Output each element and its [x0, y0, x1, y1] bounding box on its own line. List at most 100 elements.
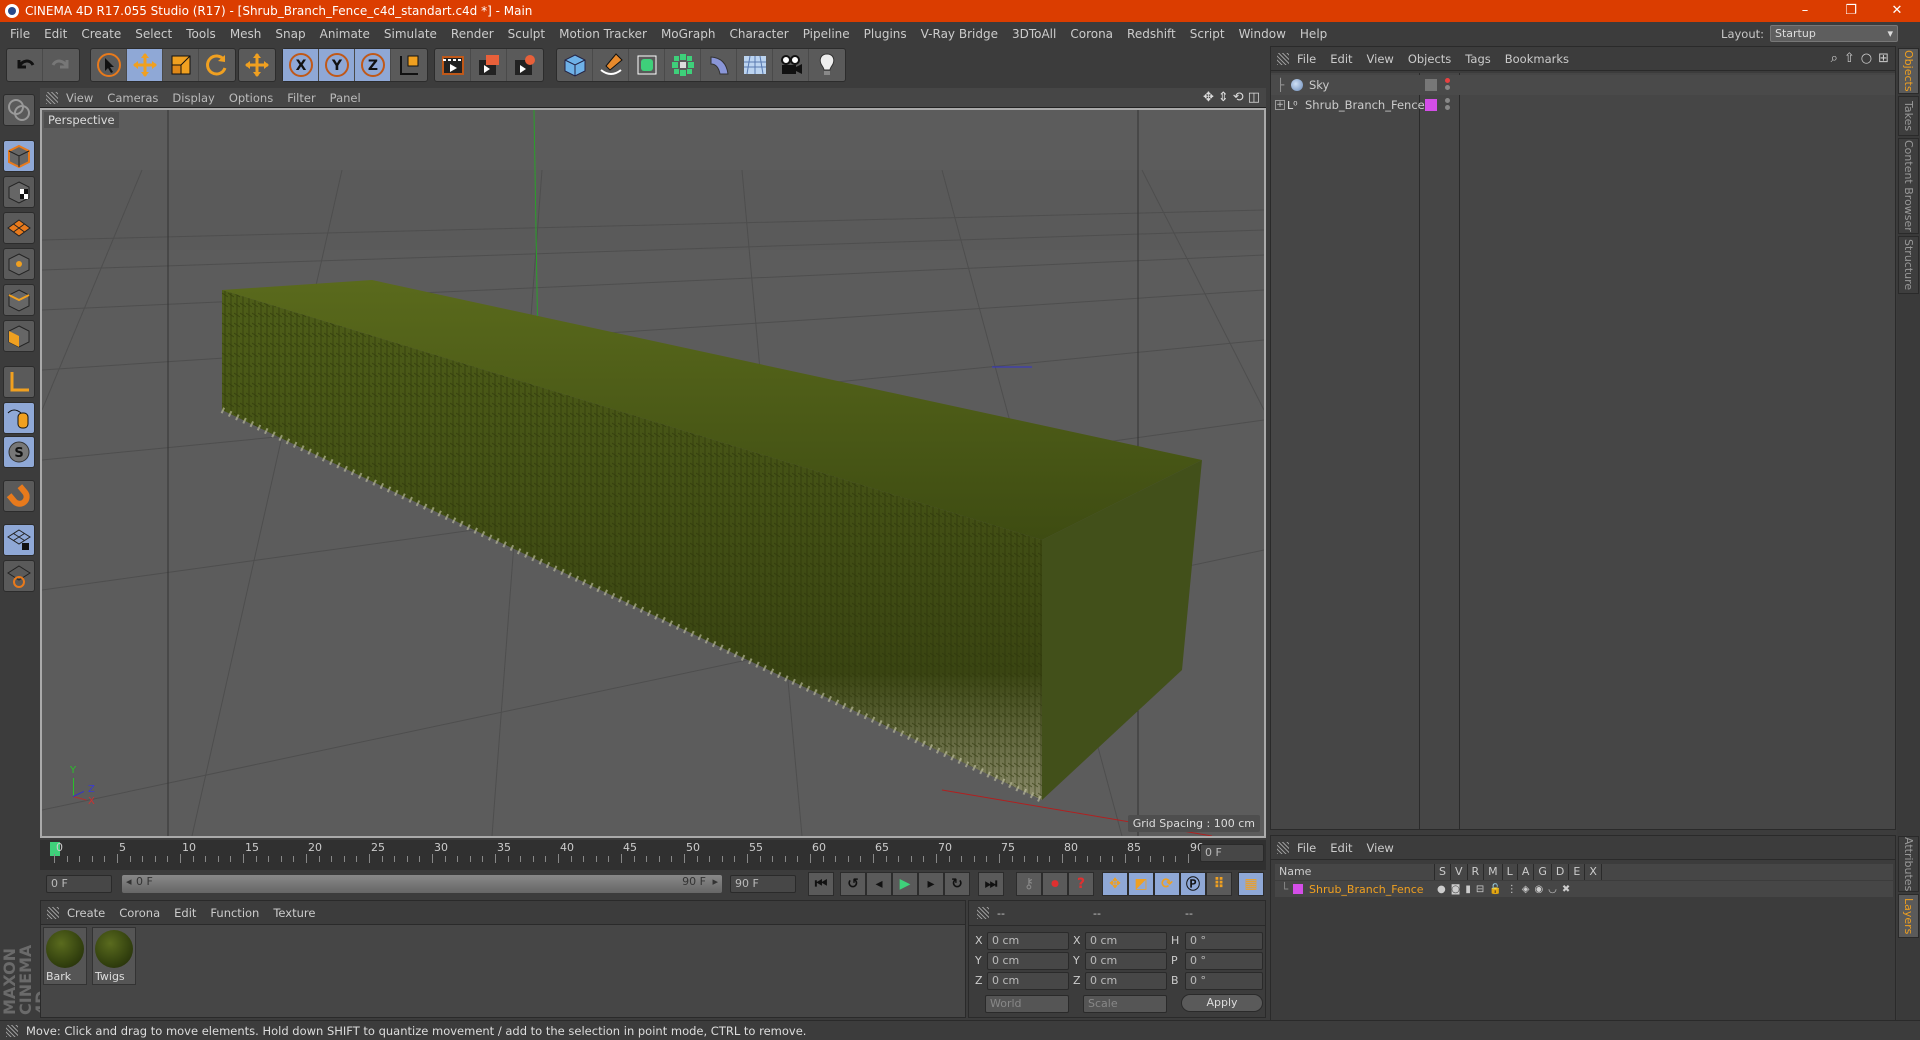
render-settings-button[interactable]: [507, 49, 543, 81]
x-axis-button[interactable]: X: [283, 49, 319, 81]
next-key-button[interactable]: ↻: [944, 872, 970, 896]
cloner-button[interactable]: [665, 49, 701, 81]
menu-character[interactable]: Character: [729, 27, 788, 41]
layer-name[interactable]: Shrub_Branch_Fence: [1309, 883, 1437, 896]
key-parameter-button[interactable]: Ⓟ: [1180, 872, 1206, 896]
rot-b-field[interactable]: 0 °: [1185, 972, 1263, 990]
prev-key-button[interactable]: ↺: [840, 872, 866, 896]
rot-h-field[interactable]: 0 °: [1185, 932, 1263, 950]
pos-x-field[interactable]: 0 cm: [987, 932, 1069, 950]
deformer-button[interactable]: [701, 49, 737, 81]
subdivision-button[interactable]: [629, 49, 665, 81]
om-menu-tags[interactable]: Tags: [1465, 52, 1490, 66]
panel-grip-icon[interactable]: [1277, 841, 1289, 854]
tab-objects[interactable]: Objects: [1898, 48, 1919, 94]
key-position-button[interactable]: ✥: [1102, 872, 1128, 896]
lm-menu-file[interactable]: File: [1297, 841, 1316, 855]
scale-button[interactable]: [163, 49, 199, 81]
object-row-shrub-branch-fence[interactable]: + L⁰ Shrub_Branch_Fence: [1271, 95, 1895, 115]
visibility-dots[interactable]: [1445, 98, 1450, 103]
tab-layers[interactable]: Layers: [1898, 894, 1919, 938]
col-expressions[interactable]: E: [1569, 864, 1586, 880]
sky-material-tag-icon[interactable]: [1425, 79, 1437, 91]
col-view[interactable]: V: [1451, 864, 1468, 880]
mm-menu-corona[interactable]: Corona: [119, 906, 160, 920]
workplane-mode-button[interactable]: [3, 212, 35, 244]
key-pla-button[interactable]: ⠿: [1206, 872, 1232, 896]
play-button[interactable]: ▶: [892, 872, 918, 896]
minimize-button[interactable]: –: [1782, 0, 1828, 22]
col-generators[interactable]: G: [1534, 864, 1552, 880]
menu-create[interactable]: Create: [81, 27, 121, 41]
tab-attributes[interactable]: Attributes: [1898, 836, 1919, 892]
expand-icon[interactable]: +: [1275, 100, 1285, 110]
object-name[interactable]: Sky: [1309, 78, 1329, 92]
maximize-view-icon[interactable]: ◫: [1248, 90, 1260, 105]
goto-start-button[interactable]: ⏮: [808, 872, 834, 896]
coordinate-mode-dropdown[interactable]: World: [985, 995, 1069, 1013]
timeline-ruler[interactable]: 0 5 10 15 20 25 30 35 40 45 50 55 60 65 70 75 80 85 90 0 F: [40, 840, 1266, 870]
menu-sculpt[interactable]: Sculpt: [508, 27, 545, 41]
om-menu-objects[interactable]: Objects: [1408, 52, 1451, 66]
tab-takes[interactable]: Takes: [1898, 96, 1919, 136]
filter-icon[interactable]: ○: [1861, 51, 1872, 66]
last-tool-button[interactable]: [239, 49, 275, 81]
start-frame-field[interactable]: 0 F: [46, 875, 112, 893]
goto-end-button[interactable]: ⏭: [978, 872, 1004, 896]
z-axis-button[interactable]: Z: [355, 49, 391, 81]
workplane-rotate-button[interactable]: [3, 560, 35, 592]
prev-frame-button[interactable]: ◂: [866, 872, 892, 896]
panel-grip-icon[interactable]: [1277, 52, 1289, 65]
col-render[interactable]: R: [1468, 864, 1485, 880]
material-bark[interactable]: Bark: [43, 927, 87, 985]
rotate-button[interactable]: [199, 49, 235, 81]
menu-window[interactable]: Window: [1239, 27, 1286, 41]
axis-mode-button[interactable]: [3, 366, 35, 398]
menu-edit[interactable]: Edit: [44, 27, 67, 41]
menu-script[interactable]: Script: [1190, 27, 1225, 41]
visibility-dots[interactable]: [1445, 78, 1450, 83]
col-locked[interactable]: L: [1503, 864, 1518, 880]
menu-animate[interactable]: Animate: [320, 27, 370, 41]
menu-select[interactable]: Select: [135, 27, 172, 41]
range-right-arrow-icon[interactable]: ▸: [712, 875, 718, 888]
col-solo[interactable]: S: [1435, 864, 1451, 880]
menu-motion-tracker[interactable]: Motion Tracker: [559, 27, 647, 41]
close-button[interactable]: ✕: [1874, 0, 1920, 22]
size-x-field[interactable]: 0 cm: [1085, 932, 1167, 950]
key-scale-button[interactable]: ◩: [1128, 872, 1154, 896]
om-menu-file[interactable]: File: [1297, 52, 1316, 66]
om-menu-bookmarks[interactable]: Bookmarks: [1505, 52, 1569, 66]
points-mode-button[interactable]: [3, 248, 35, 280]
menu-mograph[interactable]: MoGraph: [661, 27, 716, 41]
size-y-field[interactable]: 0 cm: [1085, 952, 1167, 970]
viewport-menu-cameras[interactable]: Cameras: [107, 91, 158, 105]
autokey-button[interactable]: ⏺: [1042, 872, 1068, 896]
col-animation[interactable]: A: [1518, 864, 1535, 880]
y-axis-button[interactable]: Y: [319, 49, 355, 81]
viewport-menu-panel[interactable]: Panel: [330, 91, 361, 105]
col-xref[interactable]: X: [1585, 864, 1602, 880]
range-left-arrow-icon[interactable]: ◂: [126, 875, 132, 888]
mm-menu-edit[interactable]: Edit: [174, 906, 196, 920]
scale-mode-dropdown[interactable]: Scale: [1083, 995, 1167, 1013]
menu-corona[interactable]: Corona: [1070, 27, 1113, 41]
new-window-icon[interactable]: ⊞: [1878, 51, 1889, 66]
range-slider[interactable]: ◂ 0 F 90 F ▸: [122, 875, 722, 893]
magnet-button[interactable]: [3, 480, 35, 512]
key-rotation-button[interactable]: ⟳: [1154, 872, 1180, 896]
camera-button[interactable]: [773, 49, 809, 81]
menu-simulate[interactable]: Simulate: [384, 27, 437, 41]
dolly-view-icon[interactable]: ⇕: [1218, 90, 1229, 105]
menu-pipeline[interactable]: Pipeline: [803, 27, 850, 41]
size-z-field[interactable]: 0 cm: [1085, 972, 1167, 990]
viewport-menu-options[interactable]: Options: [229, 91, 273, 105]
menu-render[interactable]: Render: [451, 27, 494, 41]
panel-grip-icon[interactable]: [6, 1024, 18, 1037]
viewport-menu-filter[interactable]: Filter: [287, 91, 315, 105]
edges-mode-button[interactable]: [3, 284, 35, 316]
keyframe-selection-button[interactable]: ?: [1068, 872, 1094, 896]
pos-z-field[interactable]: 0 cm: [987, 972, 1069, 990]
panel-grip-icon[interactable]: [977, 907, 989, 919]
viewport-menu-view[interactable]: View: [66, 91, 93, 105]
